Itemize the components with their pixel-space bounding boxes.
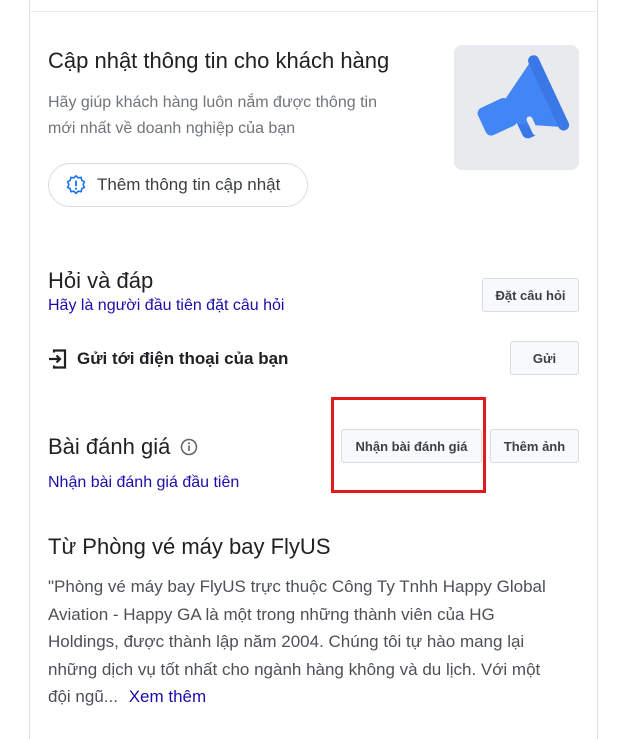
- first-review-link[interactable]: Nhận bài đánh giá đầu tiên: [48, 474, 239, 492]
- megaphone-icon: [477, 55, 570, 139]
- send-to-phone-icon: [49, 349, 67, 369]
- first-question-link[interactable]: Hãy là người đầu tiên đặt câu hỏi: [48, 297, 284, 315]
- megaphone-illustration: [454, 45, 579, 170]
- from-business-title: Từ Phòng vé máy bay FlyUS: [48, 534, 331, 559]
- info-icon[interactable]: [180, 438, 198, 456]
- ask-question-button[interactable]: Đặt câu hỏi: [482, 278, 579, 312]
- see-more-link[interactable]: Xem thêm: [129, 687, 206, 706]
- description-line: Aviation - Happy GA là một trong những t…: [48, 604, 495, 624]
- send-to-phone-row: Gửi tới điện thoại của bạn: [48, 349, 288, 369]
- description-line: những dịch vụ tốt nhất cho ngành hàng kh…: [48, 659, 541, 679]
- business-description: "Phòng vé máy bay FlyUS trực thuộc Công …: [48, 573, 588, 711]
- reviews-title-row: Bài đánh giá: [48, 434, 198, 460]
- description-line: Holdings, được thành lập năm 2004. Chúng…: [48, 632, 525, 651]
- add-update-label: Thêm thông tin cập nhật: [97, 175, 281, 194]
- qa-section-title: Hỏi và đáp: [48, 268, 154, 293]
- description-line: đội ngũ...: [48, 687, 118, 706]
- add-photo-button[interactable]: Thêm ảnh: [490, 429, 579, 463]
- add-update-button[interactable]: Thêm thông tin cập nhật: [48, 163, 308, 207]
- update-badge-icon: [66, 175, 86, 195]
- description-line: "Phòng vé máy bay FlyUS trực thuộc Công …: [48, 577, 546, 596]
- highlight-rectangle: [331, 397, 486, 493]
- reviews-title: Bài đánh giá: [48, 434, 171, 459]
- top-divider: [29, 11, 598, 12]
- update-section-title: Cập nhật thông tin cho khách hàng: [48, 48, 390, 73]
- update-description-line2: mới nhất về doanh nghiệp của bạn: [48, 120, 296, 137]
- update-section-description: Hãy giúp khách hàng luôn nắm được thông …: [48, 90, 377, 142]
- send-button[interactable]: Gửi: [510, 341, 579, 375]
- update-description-line1: Hãy giúp khách hàng luôn nắm được thông …: [48, 94, 377, 111]
- description-last-line: đội ngũ... Xem thêm: [48, 683, 588, 711]
- send-to-phone-label: Gửi tới điện thoại của bạn: [77, 349, 289, 368]
